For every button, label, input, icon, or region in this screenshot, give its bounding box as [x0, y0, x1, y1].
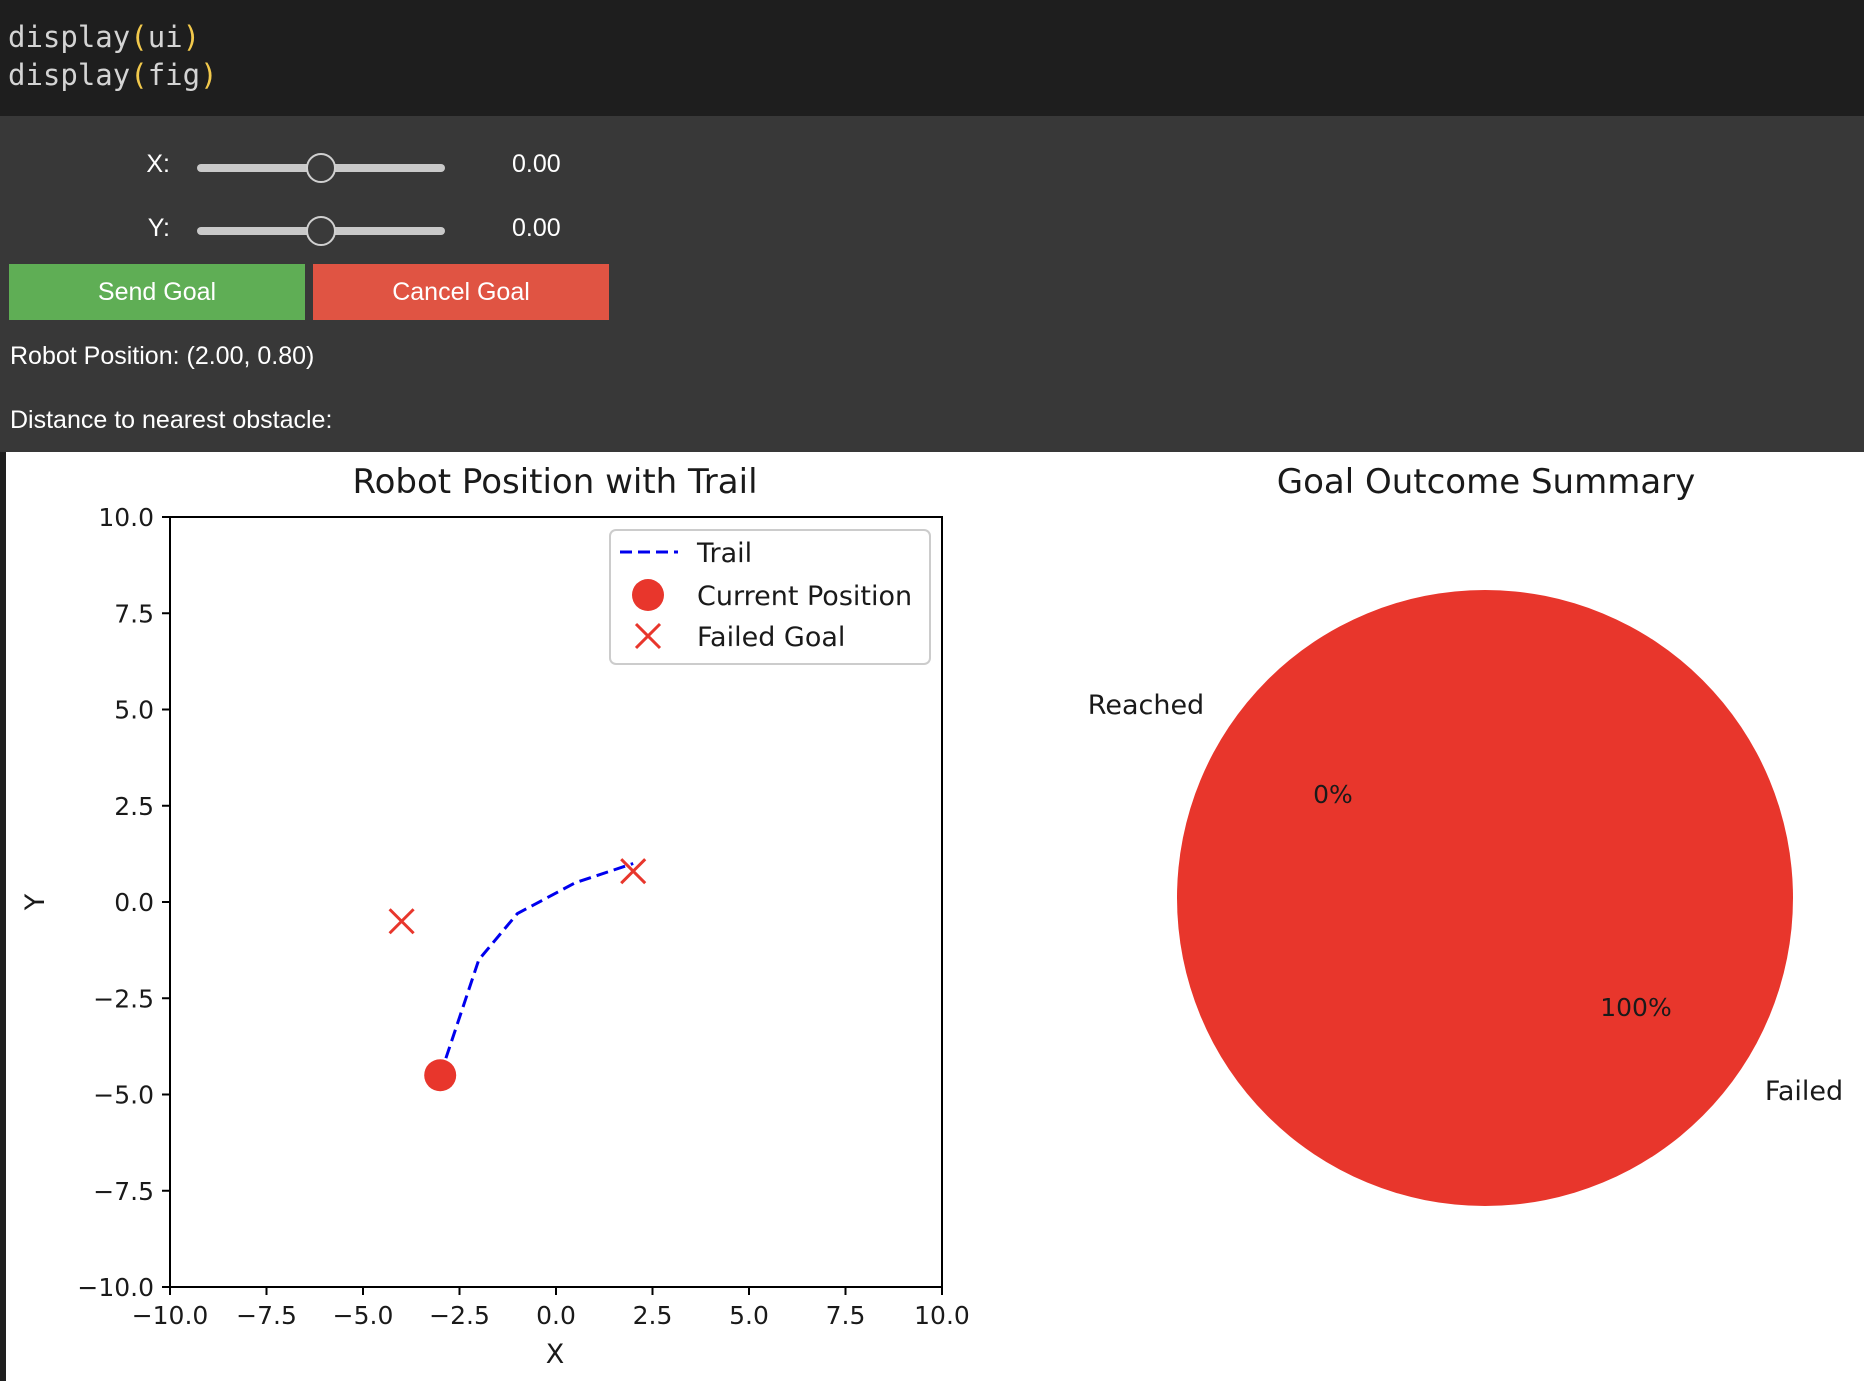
y-slider-value: 0.00: [512, 214, 561, 242]
y-tick-label: 2.5: [114, 792, 154, 821]
y-slider-handle[interactable]: [306, 216, 336, 246]
pie-label-reached: Reached: [1088, 690, 1204, 721]
y-tick-label: −7.5: [93, 1177, 154, 1206]
legend-current-position-label: Current Position: [697, 581, 912, 612]
widget-output-area: X: 0.00 Y: 0.00 Send Goal Cancel Goal Ro…: [0, 116, 1864, 452]
x-tick-label: −2.5: [429, 1301, 490, 1330]
trail-line: [438, 862, 634, 1076]
x-axis-label: X: [546, 1339, 565, 1370]
legend-trail-label: Trail: [696, 538, 752, 569]
x-slider-value: 0.00: [512, 150, 561, 178]
code-line-1: display(ui): [8, 20, 200, 54]
x-slider-handle[interactable]: [306, 153, 336, 183]
code-cell[interactable]: display(ui) display(fig): [0, 0, 1864, 116]
code-token-paren: (: [130, 20, 148, 54]
y-tick-label: 5.0: [114, 696, 154, 725]
y-slider-label: Y:: [147, 214, 170, 242]
y-axis-label: Y: [20, 893, 51, 911]
y-tick-label: −10.0: [77, 1273, 154, 1302]
x-tick-label: 2.5: [633, 1301, 673, 1330]
pie-pct-failed: 100%: [1600, 993, 1671, 1022]
code-token-paren: (: [130, 58, 148, 92]
robot-position-text: Robot Position: (2.00, 0.80): [10, 342, 315, 370]
y-tick-label: 0.0: [114, 888, 154, 917]
x-tick-label: 0.0: [536, 1301, 576, 1330]
pie-chart-title: Goal Outcome Summary: [1277, 462, 1696, 502]
x-tick-label: −5.0: [333, 1301, 394, 1330]
current-position-marker: [424, 1059, 457, 1092]
code-token-paren: ): [182, 20, 201, 54]
y-tick-label: −2.5: [93, 984, 154, 1013]
y-tick-label: −5.0: [93, 1081, 154, 1110]
code-token-argument: fig: [147, 58, 201, 92]
trail-chart-title: Robot Position with Trail: [352, 462, 757, 502]
y-tick-label: 10.0: [98, 503, 154, 532]
trail-chart-legend: Trail Current Position Failed Goal: [609, 529, 931, 665]
x-slider-label: X:: [146, 150, 170, 178]
code-line-2: display(fig): [8, 58, 218, 92]
send-goal-button[interactable]: Send Goal: [9, 264, 305, 320]
pie-label-failed: Failed: [1765, 1076, 1843, 1107]
x-tick-label: −10.0: [132, 1301, 209, 1330]
code-token-argument: ui: [147, 20, 183, 54]
y-tick-label: 7.5: [114, 599, 154, 628]
figure-canvas: Robot Position with Trail −10.0 −7.5 −5.0 −…: [20, 462, 1843, 1370]
code-token-function: display: [8, 58, 131, 92]
failed-goal-marker: [620, 858, 647, 885]
goal-outcome-pie-chart: Goal Outcome Summary Reached 0% 100% Fai…: [1088, 462, 1843, 1206]
trail-chart: Robot Position with Trail −10.0 −7.5 −5.0 −…: [20, 462, 970, 1370]
x-tick-label: 7.5: [826, 1301, 866, 1330]
x-tick-label: −7.5: [236, 1301, 297, 1330]
distance-to-obstacle-text: Distance to nearest obstacle:: [10, 406, 333, 434]
legend-current-position-swatch: [632, 579, 664, 611]
code-token-function: display: [8, 20, 131, 54]
x-tick-label: 10.0: [914, 1301, 970, 1330]
failed-goal-marker: [388, 908, 415, 935]
x-tick-label: 5.0: [729, 1301, 769, 1330]
code-token-paren: ): [200, 58, 218, 92]
legend-failed-goal-label: Failed Goal: [697, 622, 845, 653]
matplotlib-figure: Robot Position with Trail −10.0 −7.5 −5.0 −…: [6, 452, 1864, 1381]
pie-pct-reached: 0%: [1313, 780, 1353, 809]
cancel-goal-button[interactable]: Cancel Goal: [313, 264, 609, 320]
